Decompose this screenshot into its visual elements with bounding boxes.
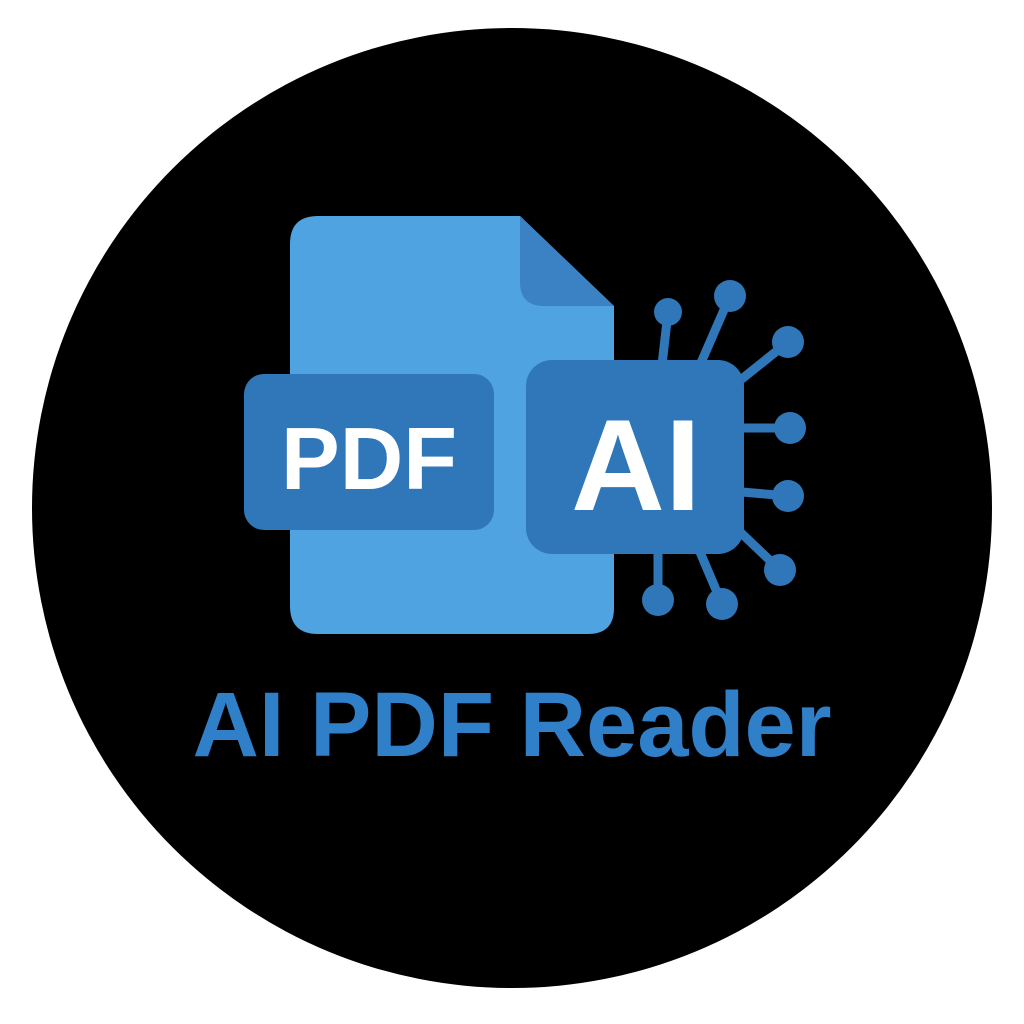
logo-title: AI PDF Reader <box>192 674 831 776</box>
ai-chip-icon: AI <box>526 360 744 554</box>
ai-chip-label: AI <box>571 392 701 538</box>
pdf-badge-label: PDF <box>281 409 457 508</box>
app-logo: PDF AI AI PDF Reader <box>0 0 1024 1024</box>
pdf-badge: PDF <box>244 374 494 530</box>
